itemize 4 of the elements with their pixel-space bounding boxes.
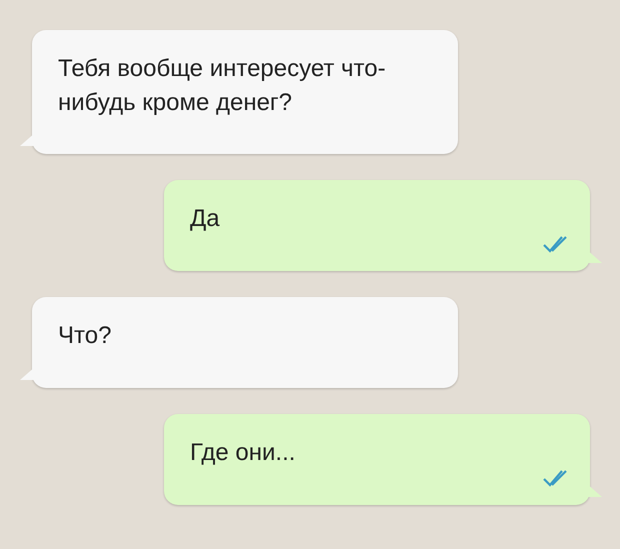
message-text: Тебя вообще интересует что-нибудь кроме денег? [58, 54, 387, 118]
message-text: Что? [58, 321, 112, 351]
message-text: Где они... [190, 438, 296, 468]
message-text: Да [190, 204, 221, 234]
